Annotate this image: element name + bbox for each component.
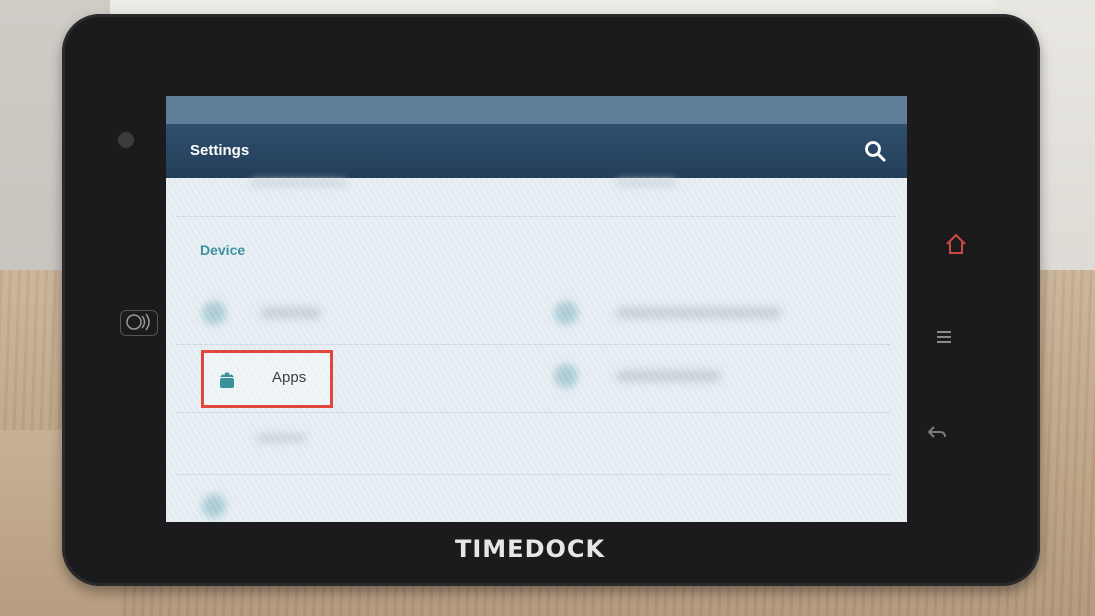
home-icon[interactable] — [944, 232, 968, 256]
blurred-list-item[interactable] — [256, 434, 306, 442]
blurred-list-item — [251, 180, 346, 186]
menu-icon[interactable] — [935, 329, 953, 347]
apps-label: Apps — [272, 369, 307, 386]
blurred-item-icon — [202, 301, 226, 325]
blurred-item-icon — [554, 301, 578, 325]
blurred-list-item[interactable] — [261, 307, 321, 319]
list-divider — [176, 474, 891, 475]
apps-list-item[interactable]: Apps — [201, 350, 333, 408]
list-divider — [176, 412, 891, 413]
android-icon — [216, 367, 238, 391]
brand-logo: TIMEDOCK — [455, 535, 606, 563]
screen-moire-overlay — [166, 178, 907, 522]
search-icon — [865, 141, 886, 162]
search-button[interactable] — [862, 138, 888, 164]
list-divider — [176, 344, 891, 345]
blurred-list-item — [616, 180, 676, 186]
tablet-screen: Settings Device Apps — [166, 96, 907, 522]
camera-lens — [118, 132, 134, 148]
blurred-list-item[interactable] — [616, 307, 781, 319]
status-bar — [166, 96, 907, 124]
category-title: Device — [200, 242, 246, 258]
page-title: Settings — [190, 142, 250, 159]
action-bar: Settings — [166, 124, 907, 178]
blurred-item-icon — [202, 494, 226, 518]
list-divider — [176, 216, 896, 217]
back-icon[interactable] — [926, 424, 948, 442]
nfc-reader-icon — [120, 310, 158, 336]
blurred-item-icon — [554, 364, 578, 388]
blurred-list-item[interactable] — [616, 370, 721, 382]
